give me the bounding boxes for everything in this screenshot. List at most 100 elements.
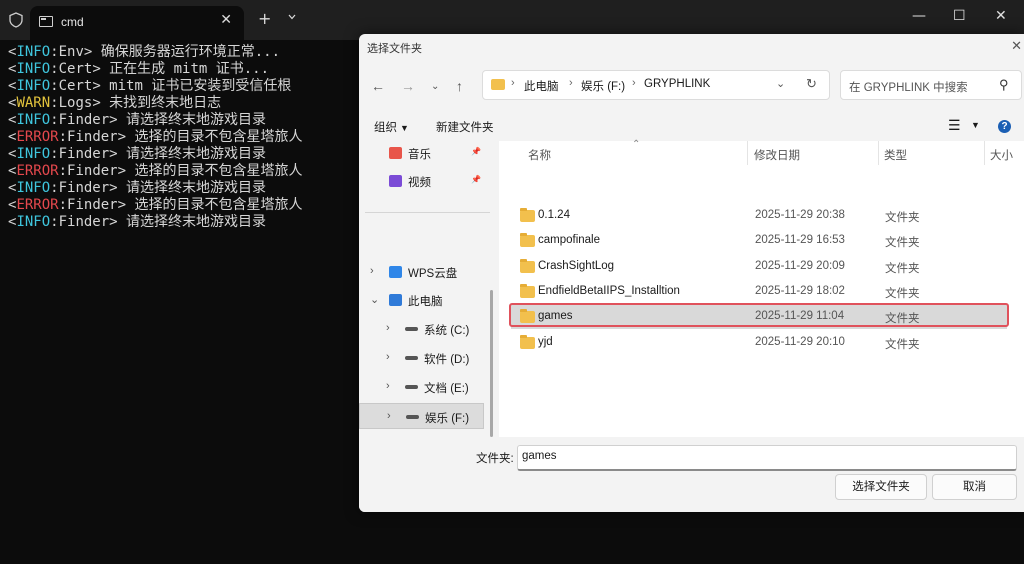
back-icon[interactable]: ← — [371, 78, 385, 94]
column-header-date[interactable]: 修改日期 — [754, 147, 800, 163]
log-source: Cert — [58, 78, 93, 94]
nav-item[interactable]: › 娱乐 (F:) — [359, 403, 484, 429]
file-name: EndfieldBetaIIPS_Installtion — [538, 284, 680, 297]
cancel-button[interactable]: 取消 — [932, 474, 1017, 500]
file-name: yjd — [538, 335, 553, 348]
breadcrumb-drive-f[interactable]: 娱乐 (F:) — [581, 78, 625, 94]
log-message: 请选择终末地游戏目录 — [126, 146, 267, 162]
close-dialog-icon[interactable]: ✕ — [1011, 38, 1022, 54]
folder-icon — [520, 309, 535, 324]
file-row[interactable]: CrashSightLog 2025-11-29 20:09 文件夹 — [499, 255, 1006, 279]
log-source: Logs — [58, 95, 93, 111]
file-row[interactable]: EndfieldBetaIIPS_Installtion 2025-11-29 1… — [499, 280, 1006, 304]
log-level: ERROR — [16, 163, 59, 179]
navigation-pane: 音乐 📌 视频 📌 › WPS云盘 ⌄ 此电脑 › 系统 (C:) › 软件 (D:) › 文档 (E:)… — [359, 140, 494, 453]
tab-cmd[interactable]: cmd ✕ — [30, 6, 244, 40]
close-tab-icon[interactable]: ✕ — [220, 12, 232, 28]
nav-item[interactable]: ⌄ 此电脑 — [359, 287, 489, 313]
file-date: 2025-11-29 20:10 — [755, 335, 845, 348]
console-line: <INFO:Finder> 请选择终末地游戏目录 — [8, 112, 267, 128]
new-folder-button[interactable]: 新建文件夹 — [436, 119, 494, 135]
dialog-title: 选择文件夹 — [367, 43, 422, 55]
chevron-down-icon[interactable] — [287, 12, 297, 22]
file-row[interactable]: games 2025-11-29 11:04 文件夹 — [511, 305, 1007, 330]
console-line: <WARN:Logs> 未找到终末地日志 — [8, 95, 222, 111]
log-source: Env — [58, 44, 84, 60]
pin-icon[interactable]: 📌 — [471, 147, 481, 156]
console-line: <INFO:Finder> 请选择终末地游戏目录 — [8, 180, 267, 196]
new-tab-icon[interactable]: + — [258, 9, 271, 28]
nav-item[interactable]: › 软件 (D:) — [359, 345, 489, 371]
file-date: 2025-11-29 16:53 — [755, 234, 845, 247]
chevron-down-icon[interactable]: ⌄ — [370, 293, 379, 306]
folder-label: 文件夹: — [476, 453, 514, 465]
minimize-icon[interactable]: — — [912, 8, 926, 24]
log-level: INFO — [16, 112, 51, 128]
address-bar[interactable]: › 此电脑 › 娱乐 (F:) › GRYPHLINK ⌄ ↻ — [482, 70, 830, 100]
chevron-right-icon[interactable]: › — [370, 265, 374, 277]
chevron-right-icon[interactable]: › — [386, 322, 390, 334]
nav-item-label: 系统 (C:) — [424, 325, 470, 337]
shield-icon — [9, 12, 23, 28]
chevron-right-icon[interactable]: › — [387, 410, 391, 422]
log-message: 确保服务器运行环境正常... — [100, 44, 281, 60]
file-type: 文件夹 — [885, 212, 920, 224]
up-icon[interactable]: ↑ — [456, 78, 463, 94]
nav-item[interactable]: › WPS云盘 — [359, 259, 489, 285]
view-menu-icon[interactable]: ☰ — [948, 117, 961, 134]
breadcrumb-gryphlink[interactable]: GRYPHLINK — [644, 78, 710, 90]
log-source: Finder — [67, 163, 118, 179]
column-divider[interactable] — [878, 141, 879, 165]
drive-icon — [405, 385, 418, 389]
log-message: 选择的目录不包含星塔旅人 — [134, 129, 303, 145]
file-row[interactable]: yjd 2025-11-29 20:10 文件夹 — [499, 331, 1006, 355]
file-row[interactable]: campofinale 2025-11-29 16:53 文件夹 — [499, 229, 1006, 253]
column-header-name[interactable]: 名称 — [528, 147, 551, 163]
column-header-type[interactable]: 类型 — [884, 147, 907, 163]
address-dropdown-icon[interactable]: ⌄ — [776, 77, 785, 90]
chevron-right-icon[interactable]: › — [386, 351, 390, 363]
nav-item-label: 软件 (D:) — [424, 354, 470, 366]
close-window-icon[interactable]: ✕ — [995, 8, 1007, 24]
search-box[interactable]: 在 GRYPHLINK 中搜索 ⚲ — [840, 70, 1022, 100]
log-message: 请选择终末地游戏目录 — [126, 112, 267, 128]
folder-name-input[interactable]: games — [517, 445, 1017, 471]
log-level: INFO — [16, 214, 51, 230]
nav-item[interactable]: › 文档 (E:) — [359, 374, 489, 400]
nav-item-label: 文档 (E:) — [424, 383, 469, 395]
log-message: 选择的目录不包含星塔旅人 — [134, 197, 303, 213]
pin-icon[interactable]: 📌 — [471, 175, 481, 184]
nav-item-label: 此电脑 — [408, 296, 443, 308]
folder-name-value: games — [522, 450, 557, 462]
log-source: Finder — [67, 129, 118, 145]
maximize-icon[interactable]: ☐ — [953, 8, 966, 24]
help-icon[interactable]: ? — [998, 120, 1011, 133]
nav-item-label: 视频 — [408, 177, 431, 189]
log-message: mitm 证书已安装到受信任根 — [109, 78, 292, 94]
console-line: <INFO:Finder> 请选择终末地游戏目录 — [8, 214, 267, 230]
organize-button[interactable]: 组织 ▼ — [374, 119, 409, 135]
column-header-size[interactable]: 大小 — [990, 147, 1013, 163]
log-source: Finder — [58, 112, 110, 128]
scrollbar[interactable] — [490, 290, 493, 437]
file-row[interactable]: 0.1.24 2025-11-29 20:38 文件夹 — [499, 204, 1006, 228]
video-icon — [389, 175, 402, 187]
nav-item[interactable]: › 系统 (C:) — [359, 316, 489, 342]
recent-dropdown-icon[interactable]: ⌄ — [431, 81, 439, 92]
refresh-icon[interactable]: ↻ — [806, 76, 817, 92]
caret-down-icon[interactable]: ▼ — [971, 120, 980, 130]
file-type: 文件夹 — [885, 313, 920, 326]
nav-item[interactable]: 音乐 📌 — [359, 140, 489, 166]
nav-item[interactable]: 视频 📌 — [359, 168, 489, 194]
console-line: <INFO:Env> 确保服务器运行环境正常... — [8, 44, 281, 60]
breadcrumb-this-pc[interactable]: 此电脑 — [524, 78, 559, 94]
caret-down-icon: ▼ — [400, 123, 409, 133]
file-name: 0.1.24 — [538, 209, 570, 221]
console-output: <INFO:Env> 确保服务器运行环境正常... <INFO:Cert> 正在生… — [8, 44, 302, 231]
column-divider[interactable] — [747, 141, 748, 165]
column-divider[interactable] — [984, 141, 985, 165]
select-folder-dialog: 选择文件夹 ✕ ← → ⌄ ↑ › 此电脑 › 娱乐 (F:) › GRYPHL… — [359, 34, 1024, 512]
select-folder-button[interactable]: 选择文件夹 — [835, 474, 927, 500]
forward-icon[interactable]: → — [401, 78, 415, 94]
chevron-right-icon[interactable]: › — [386, 380, 390, 392]
